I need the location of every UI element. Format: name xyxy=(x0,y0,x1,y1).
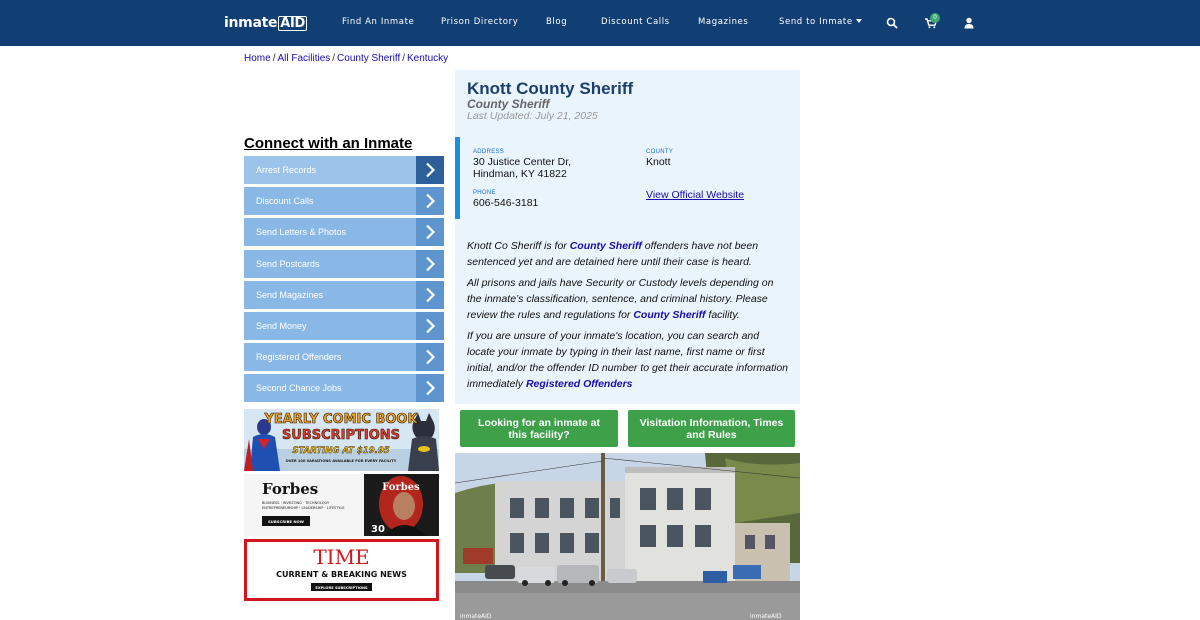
breadcrumb-kentucky[interactable]: Kentucky xyxy=(407,53,448,64)
menu-item-registered-offenders[interactable]: Registered Offenders xyxy=(244,343,444,372)
county-label: COUNTY xyxy=(646,149,674,155)
details-accent-bar xyxy=(455,137,460,219)
connect-section-title: Connect with an Inmate xyxy=(244,135,413,152)
breadcrumb-all-facilities[interactable]: All Facilities xyxy=(277,53,330,64)
breadcrumb-separator: / xyxy=(402,53,406,64)
forbes-magazine-cover: Forbes 30 xyxy=(364,474,439,536)
ad-comic-line1: YEARLY COMIC BOOK xyxy=(263,412,418,427)
menu-item-arrest-records[interactable]: Arrest Records xyxy=(244,156,444,184)
ad-comic-line4: OVER 100 VARIATIONS AVAILABLE FOR EVERY … xyxy=(286,459,397,463)
top-navbar: inmate AID Find An Inmate Prison Director… xyxy=(0,0,1200,46)
county-sheriff-link[interactable]: County Sheriff xyxy=(633,309,705,321)
nav-discount-calls[interactable]: Discount Calls xyxy=(601,17,670,27)
breadcrumb-separator: / xyxy=(272,53,276,64)
address-line1: 30 Justice Center Dr, xyxy=(473,156,572,168)
user-account-icon[interactable] xyxy=(962,16,976,30)
ad-forbes-subscribe-label: SUBSCRIBE NOW xyxy=(268,519,305,524)
ad-forbes-tagline1: BUSINESS · INVESTING · TECHNOLOGY xyxy=(262,501,330,505)
desc-text: facility. xyxy=(705,309,740,321)
menu-item-label: Arrest Records xyxy=(256,165,317,175)
facility-type: County Sheriff xyxy=(467,97,550,111)
visitation-info-button[interactable]: Visitation Information, Times and Rules xyxy=(628,410,795,447)
time-subscription-ad[interactable]: TIME CURRENT & BREAKING NEWS EXPLORE SUB… xyxy=(244,539,439,601)
chevron-right-icon xyxy=(416,187,444,216)
forbes-subscription-ad[interactable]: Forbes BUSINESS · INVESTING · TECHNOLOGY… xyxy=(244,474,439,536)
breadcrumb-county-sheriff[interactable]: County Sheriff xyxy=(337,53,400,64)
menu-item-send-magazines[interactable]: Send Magazines xyxy=(244,280,444,309)
description-paragraph-3: If you are unsure of your inmate's locat… xyxy=(467,328,789,392)
forbes-cover-brand: Forbes xyxy=(382,482,420,493)
desc-text: Knott Co Sheriff is for xyxy=(467,240,570,252)
phone-label: PHONE xyxy=(473,190,496,196)
address-label: ADDRESS xyxy=(473,149,505,155)
ad-time-explore-label: EXPLORE SUBSCRIPTIONS xyxy=(315,586,368,590)
ad-comic-line3: STARTING AT $19.95 xyxy=(292,446,389,456)
menu-item-second-chance-jobs[interactable]: Second Chance Jobs xyxy=(244,374,444,403)
menu-item-label: Send Postcards xyxy=(256,258,320,269)
nav-find-inmate[interactable]: Find An Inmate xyxy=(342,17,414,27)
ad-time-brand: TIME xyxy=(313,545,369,569)
menu-item-label: Second Chance Jobs xyxy=(256,383,342,394)
menu-item-send-money[interactable]: Send Money xyxy=(244,311,444,340)
description-paragraph-2: All prisons and jails have Security or C… xyxy=(467,275,789,323)
nav-blog[interactable]: Blog xyxy=(546,17,567,27)
phone-value: 606-546-3181 xyxy=(473,197,539,209)
connect-menu: Arrest Records Discount Calls Send Lette… xyxy=(244,156,444,406)
description-paragraph-1: Knott Co Sheriff is for County Sheriff o… xyxy=(467,238,789,270)
logo-aid-badge: AID xyxy=(278,15,307,31)
menu-item-label: Registered Offenders xyxy=(256,352,342,363)
chevron-right-icon xyxy=(416,374,444,403)
cart-count-badge: 0 xyxy=(930,13,940,23)
county-value: Knott xyxy=(646,156,671,168)
menu-item-label: Send Letters & Photos xyxy=(256,227,347,238)
menu-item-send-postcards[interactable]: Send Postcards xyxy=(244,249,444,278)
last-updated: Last Updated: July 21, 2025 xyxy=(467,110,598,122)
breadcrumb: Home / All Facilities / County Sheriff / Kentu… xyxy=(244,53,448,64)
nav-send-to-inmate[interactable]: Send to Inmate xyxy=(779,17,862,27)
find-inmate-button[interactable]: Looking for an inmate at this facility? xyxy=(460,410,618,447)
facility-photo: inmateAID inmateAID xyxy=(455,453,800,620)
chevron-right-icon xyxy=(416,343,444,372)
chevron-right-icon xyxy=(416,311,444,340)
chevron-right-icon xyxy=(416,280,444,309)
chevron-right-icon xyxy=(416,156,444,184)
menu-item-label: Discount Calls xyxy=(256,196,314,207)
county-sheriff-link[interactable]: County Sheriff xyxy=(570,240,642,252)
facility-title: Knott County Sheriff xyxy=(467,79,634,98)
photo-watermark-left: inmateAID xyxy=(460,613,492,620)
caret-down-icon xyxy=(855,19,862,23)
registered-offenders-link[interactable]: Registered Offenders xyxy=(526,378,633,390)
comic-subscription-ad[interactable]: YEARLY COMIC BOOK SUBSCRIPTIONS STARTING… xyxy=(244,409,439,471)
forbes-cover-number: 30 xyxy=(371,524,385,535)
breadcrumb-separator: / xyxy=(332,53,336,64)
menu-item-discount-calls[interactable]: Discount Calls xyxy=(244,187,444,216)
menu-item-send-letters-photos[interactable]: Send Letters & Photos xyxy=(244,218,444,247)
chevron-right-icon xyxy=(416,218,444,247)
address-line2: Hindman, KY 41822 xyxy=(473,167,567,180)
search-icon[interactable] xyxy=(885,16,899,30)
nav-prison-directory[interactable]: Prison Directory xyxy=(441,17,518,27)
chevron-right-icon xyxy=(416,249,444,278)
photo-watermark-right: inmateAID xyxy=(750,613,782,620)
ad-forbes-tagline2: ENTREPRENEURSHIP · LEADERSHIP · LIFESTYL… xyxy=(262,506,345,510)
menu-item-label: Send Money xyxy=(256,320,307,331)
official-website-link[interactable]: View Official Website xyxy=(646,189,744,201)
logo-text: inmate xyxy=(224,15,278,31)
nav-send-to-inmate-label: Send to Inmate xyxy=(779,17,853,27)
ad-time-headline: CURRENT & BREAKING NEWS xyxy=(276,570,407,579)
nav-magazines[interactable]: Magazines xyxy=(698,17,748,27)
ad-comic-line2: SUBSCRIPTIONS xyxy=(282,428,400,443)
menu-item-label: Send Magazines xyxy=(256,289,324,300)
ad-forbes-brand: Forbes xyxy=(262,480,318,498)
breadcrumb-home[interactable]: Home xyxy=(244,53,271,64)
site-logo[interactable]: inmate AID xyxy=(224,15,307,31)
